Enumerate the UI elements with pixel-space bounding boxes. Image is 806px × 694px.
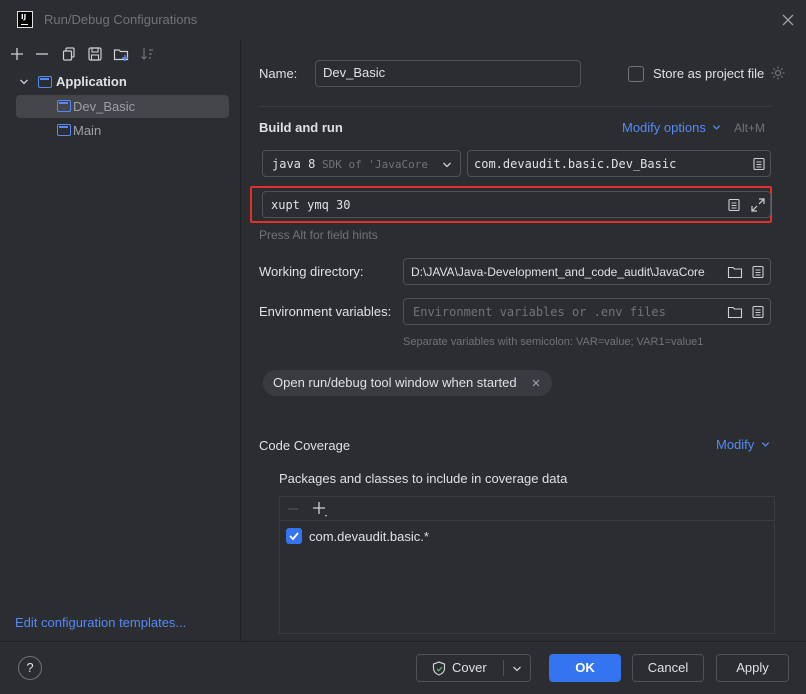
- cancel-button[interactable]: Cancel: [632, 654, 704, 682]
- title-bar: IJ Run/Debug Configurations: [0, 0, 806, 40]
- gear-icon[interactable]: [770, 65, 786, 81]
- modify-options-link[interactable]: Modify options: [622, 120, 721, 135]
- program-arguments-field[interactable]: xupt ymq 30: [262, 191, 771, 218]
- section-divider: [259, 106, 772, 107]
- cover-button[interactable]: Cover: [416, 654, 531, 682]
- working-directory-field[interactable]: D:\JAVA\Java-Development_and_code_audit\…: [403, 258, 771, 285]
- build-and-run-title: Build and run: [259, 120, 343, 135]
- application-config-icon: [38, 76, 52, 88]
- tree-group-application[interactable]: Application: [16, 72, 229, 92]
- apply-button[interactable]: Apply: [716, 654, 789, 682]
- save-icon[interactable]: [87, 46, 103, 62]
- main-class-value: com.devaudit.basic.Dev_Basic: [474, 157, 677, 171]
- logo-text: IJ: [21, 13, 27, 21]
- program-arguments-value: xupt ymq 30: [271, 198, 351, 212]
- coverage-pattern-label: com.devaudit.basic.*: [309, 529, 429, 544]
- tree-item-dev-basic[interactable]: Dev_Basic: [16, 95, 229, 118]
- chevron-down-icon[interactable]: [512, 664, 522, 674]
- browse-icon[interactable]: [751, 265, 765, 279]
- main-class-field[interactable]: com.devaudit.basic.Dev_Basic: [467, 150, 771, 177]
- browse-icon[interactable]: [752, 157, 766, 171]
- expand-icon[interactable]: [750, 197, 766, 213]
- chevron-down-icon[interactable]: [19, 77, 29, 87]
- folder-icon[interactable]: [727, 265, 743, 279]
- close-icon[interactable]: [780, 12, 796, 28]
- cover-button-label: Cover: [452, 660, 487, 675]
- environment-variables-label: Environment variables:: [259, 304, 392, 319]
- coverage-toolbar: [280, 497, 774, 521]
- add-icon[interactable]: [311, 500, 329, 518]
- modify-options-shortcut: Alt+M: [734, 121, 766, 135]
- open-tool-window-option-chip[interactable]: Open run/debug tool window when started: [263, 370, 552, 396]
- tree-group-label: Application: [56, 74, 127, 89]
- chevron-down-icon: [443, 162, 451, 168]
- chevron-down-icon: [713, 125, 721, 130]
- edit-configuration-templates-link[interactable]: Edit configuration templates...: [15, 615, 186, 630]
- tree-item-main[interactable]: Main: [16, 119, 229, 141]
- store-as-project-file-label: Store as project file: [653, 66, 765, 81]
- name-value: Dev_Basic: [323, 65, 386, 80]
- shield-icon: [432, 661, 446, 676]
- coverage-modify-link[interactable]: Modify: [716, 437, 770, 452]
- jre-select[interactable]: java 8 SDK of 'JavaCore: [262, 150, 461, 177]
- environment-variables-hint: Separate variables with semicolon: VAR=v…: [403, 336, 704, 348]
- tree-item-label: Main: [73, 123, 102, 138]
- ok-button[interactable]: OK: [549, 654, 621, 682]
- remove-icon[interactable]: [34, 46, 50, 62]
- working-directory-value: D:\JAVA\Java-Development_and_code_audit\…: [411, 265, 705, 279]
- application-config-icon: [57, 100, 71, 112]
- remove-icon[interactable]: [286, 502, 300, 516]
- intellij-logo-icon: IJ: [17, 11, 33, 28]
- jre-detail: SDK of 'JavaCore: [322, 158, 428, 171]
- chevron-down-icon: [761, 442, 770, 447]
- field-hints-text: Press Alt for field hints: [259, 228, 378, 242]
- coverage-packages-label: Packages and classes to include in cover…: [279, 471, 568, 486]
- sort-icon[interactable]: [139, 46, 155, 62]
- application-config-icon: [57, 124, 71, 136]
- tree-item-label: Dev_Basic: [73, 99, 136, 114]
- folder-add-icon[interactable]: [113, 46, 129, 62]
- coverage-modify-label: Modify: [716, 437, 755, 452]
- window-title: Run/Debug Configurations: [44, 12, 198, 27]
- modify-options-label: Modify options: [622, 120, 706, 135]
- checkmark-icon: [289, 532, 299, 541]
- environment-variables-field[interactable]: Environment variables or .env files: [403, 298, 771, 325]
- open-tool-window-label: Open run/debug tool window when started: [273, 375, 517, 390]
- close-icon[interactable]: [531, 378, 541, 388]
- jre-version: java 8: [272, 157, 316, 171]
- browse-icon[interactable]: [727, 198, 741, 212]
- store-as-project-file-checkbox[interactable]: [628, 66, 644, 82]
- help-button[interactable]: ?: [18, 656, 42, 680]
- browse-icon[interactable]: [751, 305, 765, 319]
- folder-icon[interactable]: [727, 305, 743, 319]
- code-coverage-title: Code Coverage: [259, 438, 351, 453]
- name-label: Name:: [259, 66, 298, 81]
- coverage-pattern-checkbox[interactable]: [286, 528, 302, 544]
- add-icon[interactable]: [9, 46, 25, 62]
- environment-variables-placeholder: Environment variables or .env files: [413, 305, 666, 319]
- split-divider: [503, 660, 504, 676]
- working-directory-label: Working directory:: [259, 264, 364, 279]
- copy-icon[interactable]: [61, 46, 77, 62]
